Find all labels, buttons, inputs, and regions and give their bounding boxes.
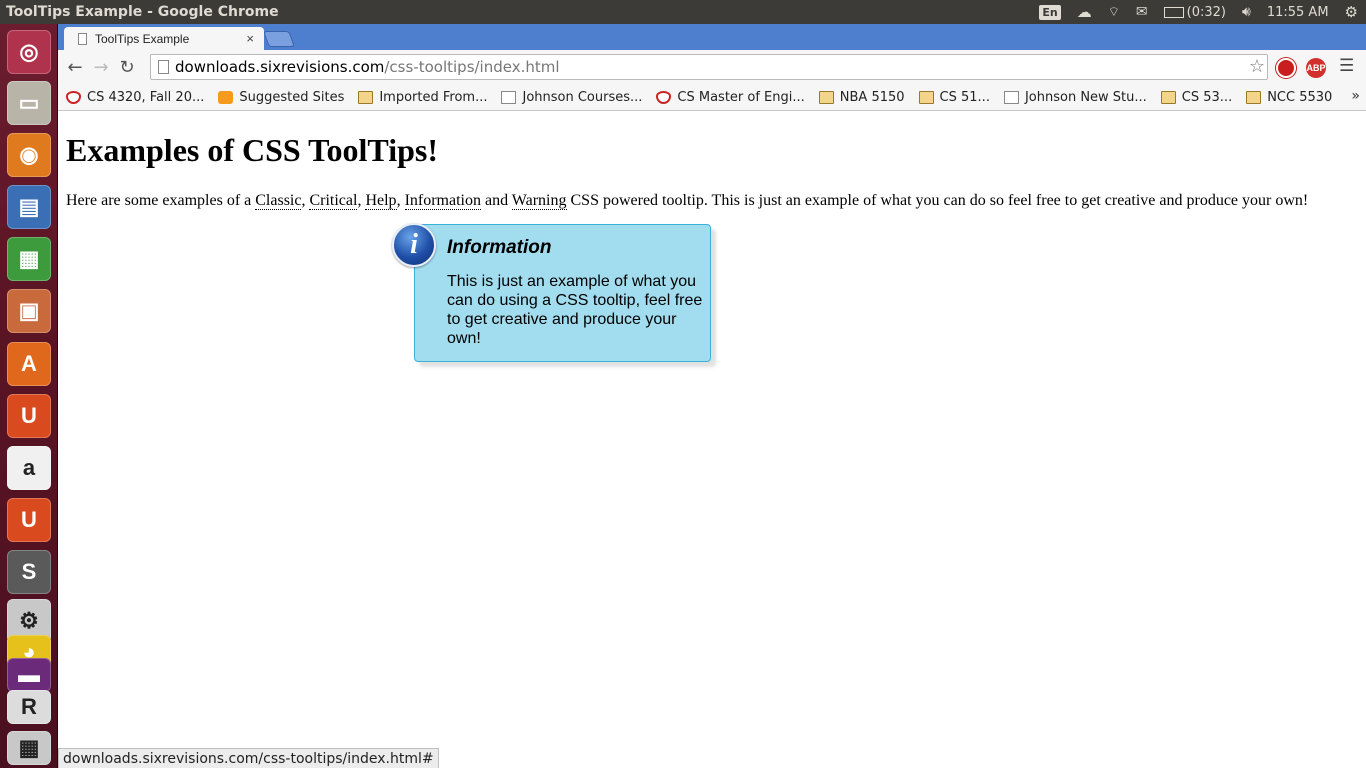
window-title: ToolTips Example - Google Chrome bbox=[6, 4, 279, 20]
bookmark-item[interactable]: CS Master of Engi... bbox=[656, 89, 805, 105]
r-studio-icon[interactable]: R bbox=[7, 690, 51, 724]
tooltip-title: Information bbox=[447, 237, 552, 258]
new-tab-button[interactable] bbox=[263, 31, 295, 47]
bookmark-item[interactable]: Suggested Sites bbox=[218, 90, 344, 105]
libreoffice-impress-icon[interactable]: ▣ bbox=[7, 289, 51, 333]
keyboard-layout-indicator[interactable]: En bbox=[1039, 4, 1061, 20]
adblock-plus-icon[interactable]: ABP bbox=[1306, 58, 1326, 78]
libreoffice-writer-icon[interactable]: ▤ bbox=[7, 185, 51, 229]
folder-icon bbox=[1160, 90, 1176, 104]
information-tooltip: i Information This is just an example of… bbox=[392, 223, 711, 362]
bookmark-item[interactable]: CS 4320, Fall 20... bbox=[66, 90, 204, 105]
page-title: Examples of CSS ToolTips! bbox=[66, 132, 438, 168]
system-top-bar: ToolTips Example - Google Chrome En ☁ ⌔ … bbox=[0, 0, 1366, 24]
unity-launcher: ◎ ▭ ◉ ▤ ▦ ▣ A Ua U S ⚙ ◕ ▬ R ▦ bbox=[0, 24, 58, 768]
tooltip-body: This is just an example of what you can … bbox=[447, 273, 703, 347]
tooltip-link-warning[interactable]: Warning bbox=[511, 192, 567, 210]
tooltip-link-information[interactable]: Information bbox=[404, 192, 481, 210]
intro-paragraph: Here are some examples of a Classic, Cri… bbox=[66, 192, 1308, 210]
forward-arrow-icon[interactable]: → bbox=[88, 54, 114, 80]
bookmark-label: CS 4320, Fall 20... bbox=[87, 89, 205, 105]
bookmarks-bar: CS 4320, Fall 20... Suggested Sites Import… bbox=[58, 84, 1366, 111]
clock[interactable]: 11:55 AM bbox=[1267, 5, 1329, 20]
intro-prefix: Here are some examples of a bbox=[66, 192, 256, 209]
firefox-icon[interactable]: ◉ bbox=[7, 133, 51, 177]
bookmark-item[interactable]: CS 53... bbox=[1160, 89, 1233, 105]
folder-icon bbox=[358, 90, 374, 104]
document-icon bbox=[501, 90, 517, 104]
shield-icon bbox=[66, 90, 81, 104]
libreoffice-calc-icon[interactable]: ▦ bbox=[7, 237, 51, 281]
volume-icon[interactable]: 🔊︎ bbox=[1242, 4, 1251, 20]
bookmark-item[interactable]: Johnson New Stu... bbox=[1003, 89, 1147, 105]
gear-icon[interactable]: ⚙ bbox=[1345, 3, 1358, 21]
software-center-icon[interactable]: A bbox=[7, 342, 51, 386]
bookmark-label: Imported From... bbox=[379, 89, 488, 105]
tooltip-link-classic[interactable]: Classic bbox=[255, 192, 302, 210]
bookmark-label: Johnson Courses... bbox=[522, 89, 643, 105]
bookmark-label: CS Master of Engi... bbox=[677, 89, 805, 105]
bookmark-label: CS 51... bbox=[939, 89, 990, 105]
reload-icon[interactable]: ↻ bbox=[114, 54, 140, 80]
amazon-icon[interactable]: a bbox=[7, 446, 51, 490]
mail-icon[interactable]: ✉ bbox=[1136, 4, 1148, 20]
close-icon[interactable]: × bbox=[246, 31, 254, 46]
sublime-text-icon[interactable]: S bbox=[7, 550, 51, 594]
battery-icon bbox=[1163, 6, 1184, 18]
bookmark-label: Johnson New Stu... bbox=[1024, 89, 1147, 105]
indicator-area: En ☁ ⌔ ✉ (0:32) 🔊︎ 11:55 AM ⚙ bbox=[1039, 3, 1366, 21]
info-icon: i bbox=[392, 223, 436, 267]
folder-icon bbox=[918, 90, 934, 104]
bookmark-label: NBA 5150 bbox=[839, 89, 905, 105]
menu-icon[interactable]: ☰ bbox=[1339, 56, 1354, 76]
status-bubble: downloads.sixrevisions.com/css-tooltips/… bbox=[58, 748, 439, 768]
page-content: Examples of CSS ToolTips! Here are some … bbox=[58, 112, 1366, 768]
tab-tooltips-example[interactable]: ToolTips Example × bbox=[64, 27, 264, 50]
bookmark-label: CS 53... bbox=[1181, 89, 1233, 105]
tab-title: ToolTips Example bbox=[95, 31, 190, 46]
tooltip-link-help[interactable]: Help bbox=[365, 192, 397, 210]
bookmark-item[interactable]: Imported From... bbox=[358, 90, 487, 105]
file-manager-icon[interactable]: ▭ bbox=[7, 81, 51, 125]
bookmark-star-icon[interactable]: ☆ bbox=[1249, 56, 1265, 77]
bookmark-item[interactable]: Johnson Courses... bbox=[501, 90, 642, 105]
stop-extension-icon[interactable] bbox=[1276, 58, 1296, 78]
intro-separator: , bbox=[396, 192, 405, 209]
page-icon bbox=[158, 60, 169, 74]
ubuntu-one-music-icon[interactable]: U bbox=[7, 498, 51, 542]
url-path: /css-tooltips/index.html bbox=[384, 58, 560, 76]
folder-icon bbox=[818, 90, 834, 104]
bookmarks-overflow-chevron-icon[interactable]: » bbox=[1351, 88, 1360, 104]
battery-indicator[interactable]: (0:32) bbox=[1163, 4, 1226, 20]
bookmark-item[interactable]: NCC 5530 bbox=[1246, 90, 1332, 105]
intro-suffix: CSS powered tooltip. This is just an exa… bbox=[566, 192, 1309, 209]
ubuntu-one-icon[interactable]: U bbox=[7, 394, 51, 438]
bookmark-label: Suggested Sites bbox=[239, 89, 345, 105]
intro-separator: and bbox=[480, 192, 512, 209]
bulb-icon bbox=[218, 90, 234, 104]
wifi-icon[interactable]: ⌔ bbox=[1108, 4, 1120, 20]
browser-toolbar: ← → ↻ downloads.sixrevisions.com/css-too… bbox=[58, 50, 1366, 84]
page-icon bbox=[78, 32, 87, 45]
url-host: downloads.sixrevisions.com bbox=[175, 58, 385, 76]
folder-icon bbox=[1246, 90, 1262, 104]
tooltip-link-critical[interactable]: Critical bbox=[309, 192, 358, 210]
bookmark-item[interactable]: CS 51... bbox=[918, 89, 990, 105]
terminal-icon[interactable]: ▬ bbox=[7, 658, 51, 692]
bookmark-label: NCC 5530 bbox=[1267, 89, 1333, 105]
cloud-icon[interactable]: ☁ bbox=[1077, 3, 1092, 21]
document-icon bbox=[1003, 90, 1019, 104]
ubuntu-dash-icon[interactable]: ◎ bbox=[7, 30, 51, 74]
workspace-switcher-icon[interactable]: ▦ bbox=[7, 731, 51, 765]
tab-strip: ToolTips Example × bbox=[58, 24, 1366, 50]
bookmark-item[interactable]: NBA 5150 bbox=[818, 89, 905, 105]
back-arrow-icon[interactable]: ← bbox=[62, 54, 88, 80]
battery-time: (0:32) bbox=[1186, 4, 1226, 20]
address-bar[interactable]: downloads.sixrevisions.com/css-tooltips/… bbox=[150, 54, 1268, 80]
shield-icon bbox=[656, 90, 672, 104]
